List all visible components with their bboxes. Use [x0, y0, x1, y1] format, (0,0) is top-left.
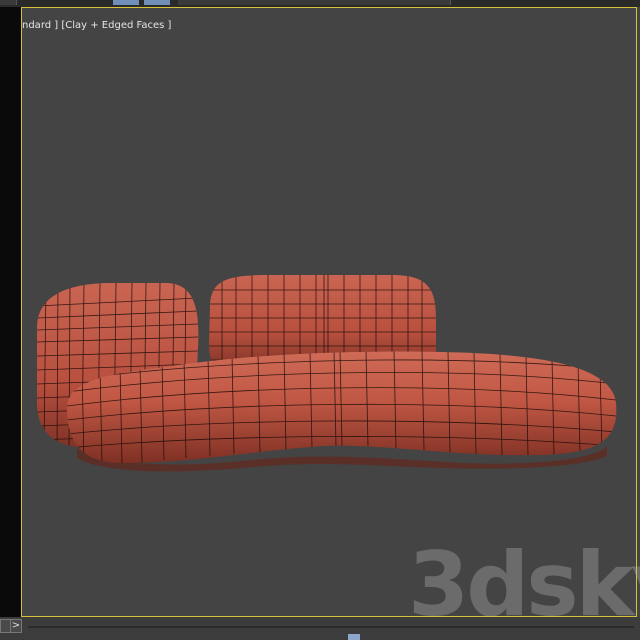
sofa-model-render	[37, 275, 617, 472]
timeline-slider-handle[interactable]	[348, 634, 360, 640]
top-toolbar-strip	[0, 0, 640, 7]
toolbar-segment[interactable]	[0, 0, 17, 5]
3d-viewport[interactable]: ndard ] [Clay + Edged Faces ] 3dsk	[21, 7, 640, 636]
timeline-bar	[0, 617, 640, 640]
toolbar-active-button[interactable]	[144, 0, 170, 5]
timeline-next-button[interactable]: >	[10, 619, 22, 633]
toolbar-segment[interactable]	[178, 0, 451, 5]
timeline-track[interactable]	[28, 626, 634, 628]
left-side-panel	[0, 7, 21, 617]
toolbar-active-button[interactable]	[113, 0, 139, 5]
